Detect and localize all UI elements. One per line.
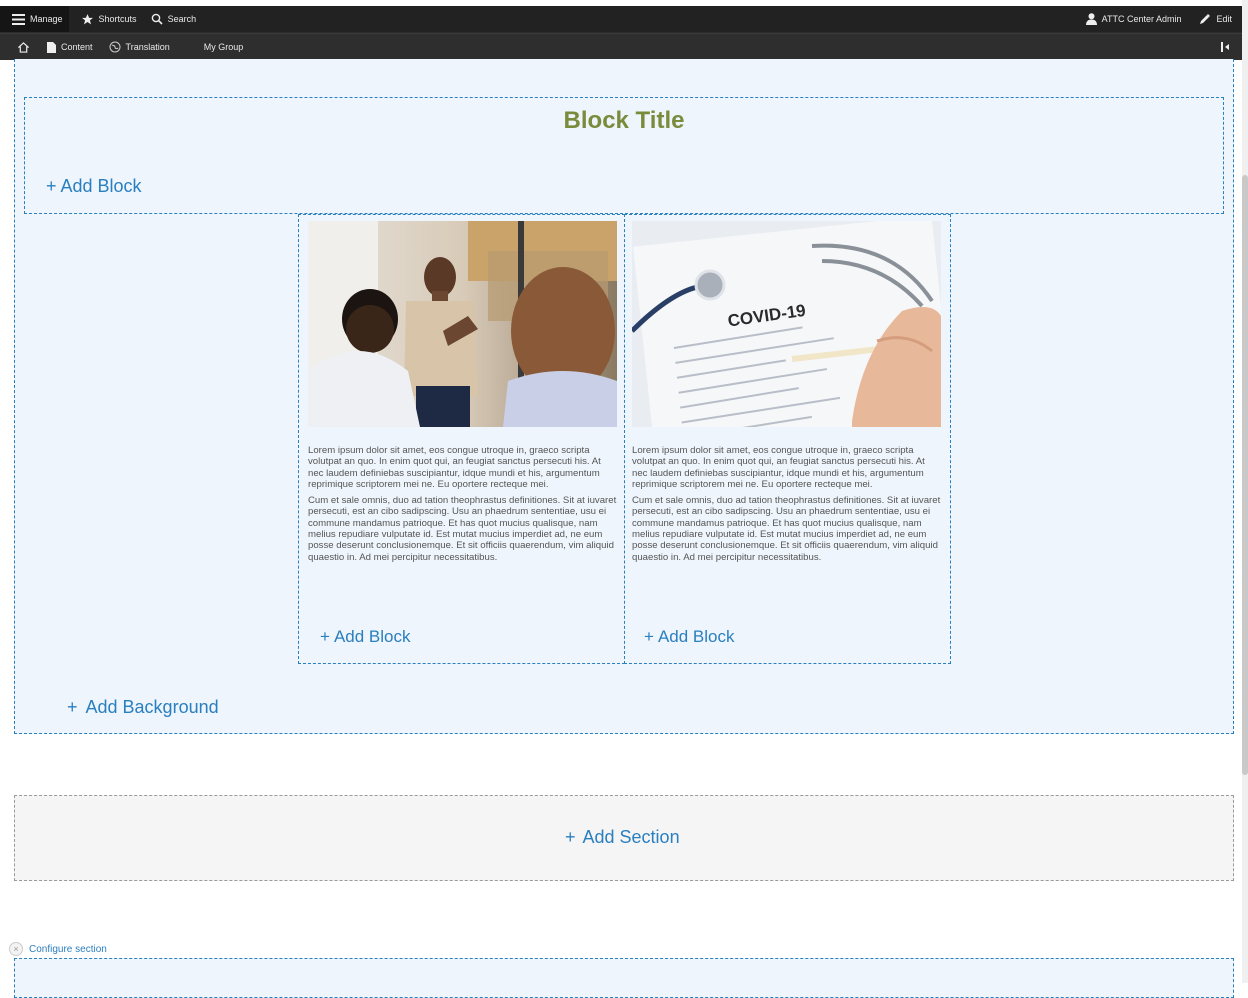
paragraph: Lorem ipsum dolor sit amet, eos congue u… bbox=[632, 445, 925, 490]
manage-tab[interactable]: Manage bbox=[0, 6, 69, 32]
home-icon[interactable] bbox=[18, 41, 29, 53]
globe-icon bbox=[109, 41, 121, 53]
document-icon bbox=[47, 41, 56, 53]
first-column-region: Lorem ipsum dolor sit amet, eos congue u… bbox=[298, 214, 625, 664]
block-title: Block Title bbox=[563, 107, 685, 134]
add-block-link-col2[interactable]: + Add Block bbox=[644, 627, 734, 647]
hamburger-icon bbox=[12, 13, 25, 25]
add-section-region: + Add Section bbox=[14, 795, 1234, 881]
toolbar-orientation-toggle[interactable] bbox=[1220, 41, 1232, 53]
first-column-body: Lorem ipsum dolor sit amet, eos congue u… bbox=[308, 445, 618, 568]
search-label: Search bbox=[167, 14, 197, 24]
layout-section-two bbox=[14, 958, 1234, 998]
paragraph: Cum et sale omnis, duo ad tation theophr… bbox=[632, 495, 941, 563]
content-label: Content bbox=[61, 42, 93, 52]
page-scrollbar[interactable] bbox=[1242, 0, 1248, 983]
content-link[interactable]: Content bbox=[47, 41, 93, 53]
star-icon bbox=[81, 13, 94, 26]
add-block-label: Add Block bbox=[657, 627, 735, 646]
plus-icon: + bbox=[565, 827, 576, 847]
my-group-label: My Group bbox=[203, 42, 244, 52]
search-tab[interactable]: Search bbox=[151, 13, 197, 25]
add-block-label: Add Block bbox=[333, 627, 411, 646]
plus-icon: + bbox=[644, 627, 654, 646]
plus-icon: + bbox=[320, 627, 330, 646]
manage-label: Manage bbox=[30, 14, 63, 24]
shortcuts-tab[interactable]: Shortcuts bbox=[81, 13, 137, 26]
toolbar-top-bar: Manage Shortcuts Search ATTC Center Admi… bbox=[0, 6, 1242, 32]
second-column-body: Lorem ipsum dolor sit amet, eos congue u… bbox=[632, 445, 942, 568]
toolbar-right: ATTC Center Admin Edit bbox=[1085, 13, 1232, 25]
covid-form-photo: COVID-19 bbox=[632, 221, 941, 427]
user-label: ATTC Center Admin bbox=[1101, 14, 1182, 24]
configure-section-row: × Configure section bbox=[9, 942, 107, 956]
paragraph: Lorem ipsum dolor sit amet, eos congue u… bbox=[308, 445, 601, 490]
add-block-link-title-region[interactable]: + Add Block bbox=[46, 176, 142, 197]
toolbar-tray: Content Translation My Group bbox=[0, 33, 1242, 60]
pencil-icon bbox=[1199, 13, 1211, 25]
paragraph: Cum et sale omnis, duo ad tation theophr… bbox=[308, 495, 617, 563]
configure-section-link[interactable]: Configure section bbox=[29, 944, 107, 955]
add-block-link-col1[interactable]: + Add Block bbox=[320, 627, 410, 647]
search-icon bbox=[151, 13, 163, 25]
user-icon bbox=[1085, 13, 1097, 25]
collapse-icon bbox=[1220, 41, 1232, 53]
remove-section-icon[interactable]: × bbox=[9, 942, 23, 956]
plus-icon: + bbox=[46, 176, 57, 196]
translation-link[interactable]: Translation bbox=[109, 41, 170, 53]
translation-label: Translation bbox=[125, 42, 170, 52]
second-column-region: COVID-19 Lorem ipsum dolor sit amet, eos… bbox=[624, 214, 951, 664]
my-group-link[interactable]: My Group bbox=[204, 42, 244, 52]
edit-tab[interactable]: Edit bbox=[1199, 13, 1232, 25]
plus-icon: + bbox=[67, 697, 78, 717]
admin-toolbar: Manage Shortcuts Search ATTC Center Admi… bbox=[0, 6, 1242, 60]
scrollbar-thumb[interactable] bbox=[1242, 175, 1248, 775]
add-background-label: Add Background bbox=[85, 697, 219, 717]
add-section-link[interactable]: + Add Section bbox=[565, 827, 680, 848]
user-tab[interactable]: ATTC Center Admin bbox=[1085, 13, 1182, 25]
add-block-label: Add Block bbox=[60, 176, 142, 196]
add-background-link[interactable]: + Add Background bbox=[67, 697, 219, 718]
meeting-photo bbox=[308, 221, 617, 427]
shortcuts-label: Shortcuts bbox=[98, 14, 137, 24]
edit-label: Edit bbox=[1216, 14, 1232, 24]
add-section-label: Add Section bbox=[582, 827, 680, 847]
